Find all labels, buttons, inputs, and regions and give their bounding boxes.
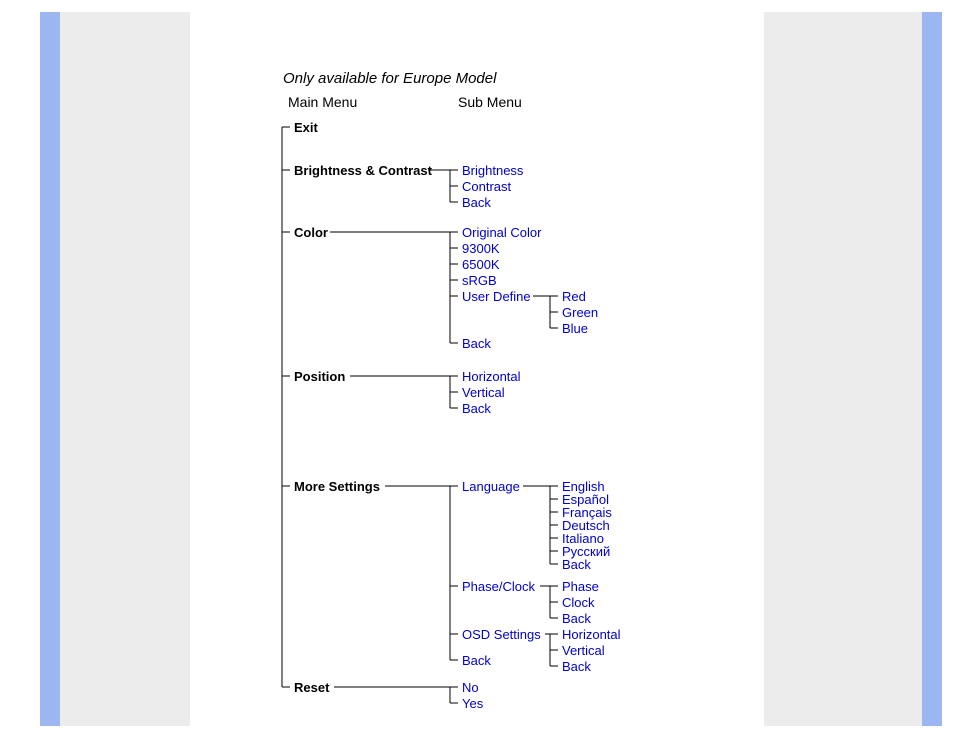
- decor-panel-left: [60, 12, 190, 726]
- sub-reset-yes: Yes: [462, 696, 483, 711]
- sub-phase: Phase: [562, 579, 599, 594]
- decor-panel-right: [764, 12, 922, 726]
- sub-bc-back: Back: [462, 195, 491, 210]
- main-color: Color: [294, 225, 328, 240]
- sub-clock: Clock: [562, 595, 595, 610]
- decor-bar-right: [922, 12, 942, 726]
- sub-srgb: sRGB: [462, 273, 497, 288]
- sub-9300k: 9300K: [462, 241, 500, 256]
- sub-blue: Blue: [562, 321, 588, 336]
- sub-green: Green: [562, 305, 598, 320]
- sub-user-define: User Define: [462, 289, 531, 304]
- sub-language: Language: [462, 479, 520, 494]
- sub-brightness: Brightness: [462, 163, 523, 178]
- title: Only available for Europe Model: [283, 70, 496, 87]
- sub-red: Red: [562, 289, 586, 304]
- sub-osd-back: Back: [562, 659, 591, 674]
- main-reset: Reset: [294, 680, 329, 695]
- sub-lang-back: Back: [562, 557, 591, 572]
- sub-osd: OSD Settings: [462, 627, 541, 642]
- sub-pc-back: Back: [562, 611, 591, 626]
- sub-contrast: Contrast: [462, 179, 511, 194]
- sub-original-color: Original Color: [462, 225, 541, 240]
- document-area: Only available for Europe Model Main Men…: [190, 12, 764, 726]
- header-sub-menu: Sub Menu: [458, 94, 522, 110]
- main-more-settings: More Settings: [294, 479, 380, 494]
- sub-6500k: 6500K: [462, 257, 500, 272]
- sub-reset-no: No: [462, 680, 479, 695]
- sub-pos-back: Back: [462, 401, 491, 416]
- sub-color-back: Back: [462, 336, 491, 351]
- main-brightness-contrast: Brightness & Contrast: [294, 163, 432, 178]
- sub-pos-horizontal: Horizontal: [462, 369, 521, 384]
- header-main-menu: Main Menu: [288, 94, 357, 110]
- page: Only available for Europe Model Main Men…: [0, 0, 954, 738]
- sub-osd-vertical: Vertical: [562, 643, 605, 658]
- sub-pos-vertical: Vertical: [462, 385, 505, 400]
- decor-bar-left: [40, 12, 60, 726]
- main-position: Position: [294, 369, 345, 384]
- sub-osd-horizontal: Horizontal: [562, 627, 621, 642]
- sub-ms-back: Back: [462, 653, 491, 668]
- sub-phase-clock: Phase/Clock: [462, 579, 535, 594]
- main-exit: Exit: [294, 120, 318, 135]
